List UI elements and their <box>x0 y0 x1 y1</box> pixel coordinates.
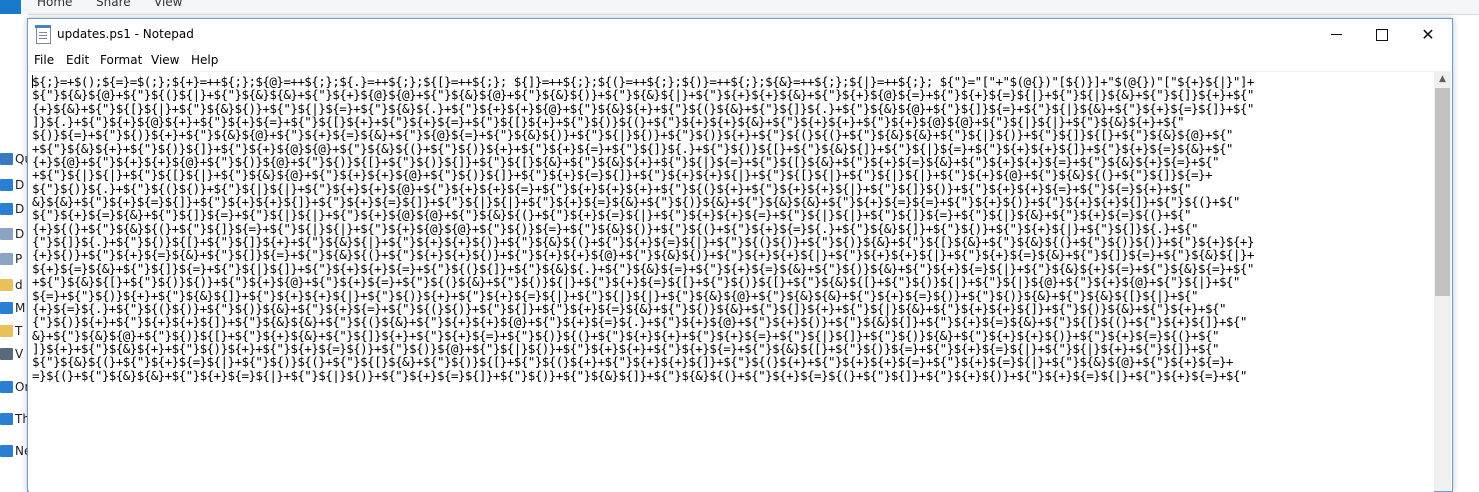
videos-icon <box>0 348 13 360</box>
minimize-button[interactable] <box>1313 19 1359 50</box>
window-title: updates.ps1 - Notepad <box>57 27 194 41</box>
editor-line: ${"}${+}${=}${&}+${"}${]}${=}+${"}${|}${… <box>32 207 1192 223</box>
editor-line: ${"}${&}${@}+${"}${(}${|}+${"}${&}${&}+$… <box>32 87 1254 103</box>
explorer-tab-share[interactable]: Share <box>96 0 131 9</box>
explorer-tab-view[interactable]: View <box>154 0 182 9</box>
editor-line: +${"}${&}${[}+${"}${)}${)}+${"}${+}${@}+… <box>32 274 1241 290</box>
nav-item[interactable]: V <box>0 345 28 365</box>
text-editor[interactable]: ${;}=+$();${=}=$(;};${+}=++${;};${@}=++$… <box>29 71 1434 492</box>
explorer-ribbon: Home Share View <box>0 0 1479 15</box>
nav-item[interactable]: d <box>0 276 28 296</box>
editor-line: ${+}${=}${&}+${"}${]}${=}+${"}${|}${]}+$… <box>32 260 1254 276</box>
nav-item-label: D <box>15 178 25 192</box>
editor-line: {+}${&}+${"}${[}${|}+${"}${&}${)}+${"}${… <box>32 100 1254 116</box>
minimize-icon <box>1330 34 1342 35</box>
text-caret <box>32 75 33 88</box>
maximize-icon <box>1376 28 1388 41</box>
editor-line: ${"}${&}${(}+${"}${+}${=}${|}+${"}${)}${… <box>32 354 1234 370</box>
this-pc-icon <box>0 413 13 425</box>
notepad-icon <box>35 25 51 44</box>
explorer-nav-pane: QuDDDPdMTVOnThNe <box>0 14 28 488</box>
editor-line: ]}${+}+${"}${&}${+}+${"}${)}${+}+${"}${+… <box>32 340 1220 356</box>
nav-item[interactable]: On <box>0 378 28 398</box>
editor-line: =}${(}+${"}${&}${&}+${"}${+}${=}${|}+${"… <box>32 367 1247 383</box>
nav-item[interactable]: T <box>0 322 28 342</box>
close-button[interactable]: ✕ <box>1405 19 1451 50</box>
editor-content: ${;}=+$();${=}=$(;};${+}=++${;};${@}=++$… <box>29 72 1434 382</box>
nav-item[interactable]: Th <box>0 410 28 430</box>
menu-format[interactable]: Format <box>100 53 142 67</box>
editor-line: {+}${)}+${"}${+}${=}${&}+${"}${]}${=}+${… <box>32 247 1254 263</box>
onedrive-icon <box>0 381 13 393</box>
downloads-icon <box>0 203 13 215</box>
star-icon <box>0 153 13 165</box>
editor-line: ${)}${=}+${"}${)}${+}+${"}${&}${@}+${"}$… <box>32 127 1234 143</box>
notepad-window: updates.ps1 - Notepad ✕ File Edit Format… <box>27 18 1453 492</box>
nav-item[interactable]: M <box>0 299 28 319</box>
menu-edit[interactable]: Edit <box>66 53 89 67</box>
network-icon <box>0 445 13 457</box>
menu-view[interactable]: View <box>151 53 179 67</box>
music-icon <box>0 302 13 314</box>
nav-item-label: D <box>15 227 25 241</box>
vertical-scrollbar[interactable]: ▲ <box>1434 71 1451 491</box>
nav-item-label: d <box>15 278 23 292</box>
desktop-icon <box>0 179 13 191</box>
nav-item-label: D <box>15 202 25 216</box>
editor-line: {+}${=}${.}+${"}${(}${)}+${"}${)}${&}+${… <box>32 300 1227 316</box>
menu-bar: File Edit Format View Help <box>28 50 1452 71</box>
editor-line: {"}${]}${.}+${"}${)}${[}+${"}${]}${+}+${… <box>32 234 1254 250</box>
pictures-icon <box>0 253 13 265</box>
editor-line: {"}${)}${+}+${"}${+}${+}${]}+${"}${&}${&… <box>32 314 1247 330</box>
editor-line: ${"}${)}${.}+${"}${(}${)}+${"}${|}${|}+$… <box>32 180 1192 196</box>
editor-line: {+}${@}+${"}${+}${+}${@}+${"}${)}${@}+${… <box>32 154 1220 170</box>
editor-line: ${;}=+$();${=}=$(;};${+}=++${;};${@}=++$… <box>32 74 1254 89</box>
nav-item-label: V <box>15 347 24 361</box>
title-bar[interactable]: updates.ps1 - Notepad ✕ <box>28 19 1452 50</box>
documents-icon <box>0 228 13 240</box>
scroll-up-arrow-icon[interactable]: ▲ <box>1434 71 1451 88</box>
nav-item[interactable]: D <box>0 176 28 196</box>
editor-line: ]}${.}+${"}${+}${@}${+}+${"}${+}${=}+${"… <box>32 114 1185 130</box>
close-icon: ✕ <box>1421 25 1435 44</box>
nav-item[interactable]: D <box>0 200 28 220</box>
scroll-thumb[interactable] <box>1435 88 1450 296</box>
explorer-tab-home[interactable]: Home <box>37 0 72 9</box>
nav-item-label: P <box>15 252 23 266</box>
nav-item[interactable]: Qu <box>0 150 28 170</box>
editor-line: &}${&}+${"}${+}${=}${]}+${"}${+}${+}${]}… <box>32 194 1241 210</box>
menu-help[interactable]: Help <box>191 53 218 67</box>
editor-line: +${"}${&}${+}+${"}${)}${]}+${"}${+}${@}$… <box>32 140 1234 156</box>
nav-item[interactable]: Ne <box>0 442 28 462</box>
nav-item-label: T <box>15 324 23 338</box>
editor-line: ${=}+${"}${)}${+}+${"}${&}${]}+${"}${+}$… <box>32 287 1199 303</box>
editor-line: {+}${(}+${"}${&}${(}+${"}${]}${=}+${"}${… <box>32 220 1199 236</box>
folder-icon <box>0 279 13 291</box>
menu-file[interactable]: File <box>34 53 54 67</box>
folder-icon <box>0 325 13 337</box>
maximize-button[interactable] <box>1359 19 1405 50</box>
editor-line: +${"}${|}${|}+${"}${[}${|}+${"}${&}${@}+… <box>32 167 1213 183</box>
nav-item[interactable]: D <box>0 225 28 245</box>
editor-line: &}+${"}${&}${@}+${"}${)}${[}+${"}${+}${&… <box>32 327 1220 343</box>
nav-item[interactable]: P <box>0 250 28 270</box>
nav-item-label: M <box>15 301 26 315</box>
explorer-file-tab[interactable] <box>0 0 21 14</box>
